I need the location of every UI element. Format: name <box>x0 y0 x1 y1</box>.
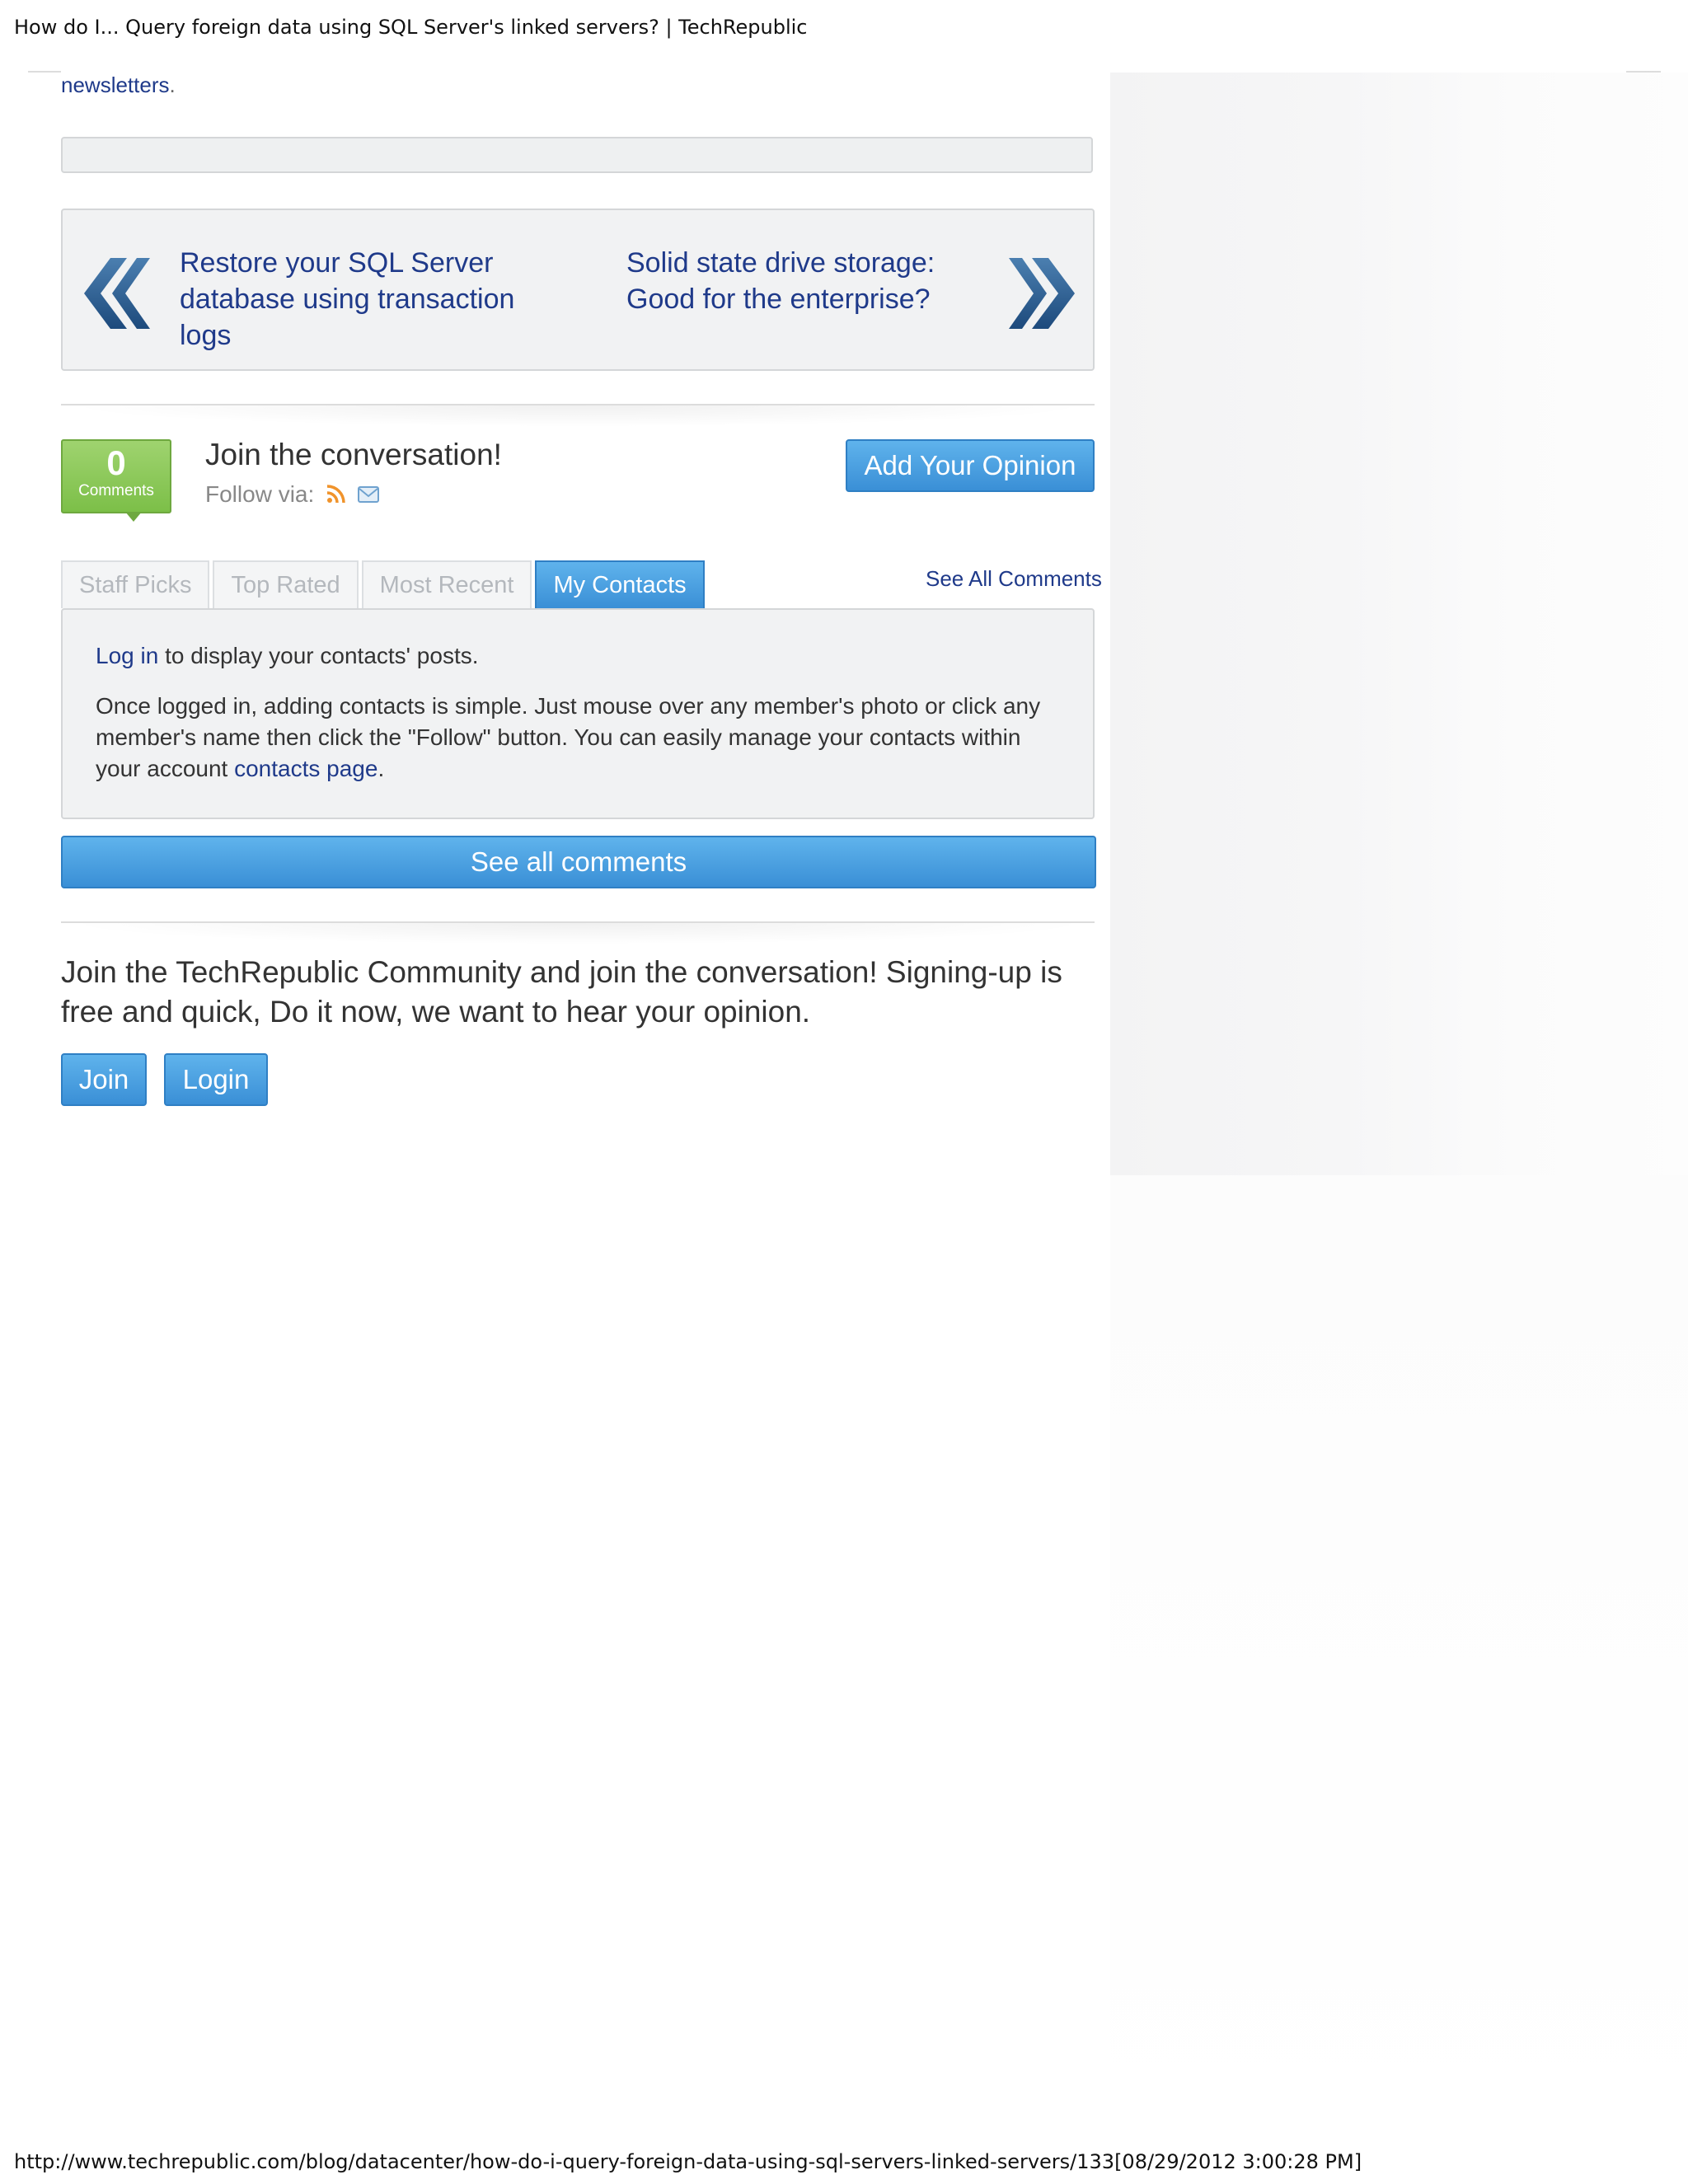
right-sidebar <box>1110 73 1688 1175</box>
newsletters-link[interactable]: newsletters <box>61 73 170 97</box>
newsletters-line: newsletters. <box>61 73 176 98</box>
right-sidebar-fade <box>1110 1175 1688 2148</box>
see-all-comments-button[interactable]: See all comments <box>61 836 1096 888</box>
see-all-comments-link[interactable]: See All Comments <box>926 566 1102 592</box>
tab-most-recent[interactable]: Most Recent <box>361 560 532 608</box>
next-post-link[interactable]: Solid state drive storage: Good for the … <box>626 245 973 317</box>
page-header-title: How do I... Query foreign data using SQL… <box>14 16 808 39</box>
follow-via-row: Follow via: <box>205 481 380 508</box>
email-icon[interactable] <box>357 483 380 506</box>
community-invite-text: Join the TechRepublic Community and join… <box>61 955 1062 1029</box>
join-button[interactable]: Join <box>61 1053 147 1106</box>
double-chevron-left-icon[interactable] <box>79 256 150 330</box>
post-navigation: Restore your SQL Server database using t… <box>61 209 1095 371</box>
login-prompt-text: to display your contacts' posts. <box>158 643 479 668</box>
log-in-link[interactable]: Log in <box>96 643 158 668</box>
login-button[interactable]: Login <box>164 1053 268 1106</box>
comment-tabs: Staff Picks Top Rated Most Recent My Con… <box>61 560 708 620</box>
section-divider <box>61 404 1095 427</box>
conversation-title: Join the conversation! <box>205 438 502 471</box>
tab-staff-picks[interactable]: Staff Picks <box>61 560 210 608</box>
newsletters-period: . <box>169 73 176 97</box>
contacts-page-link[interactable]: contacts page <box>234 756 377 781</box>
tab-my-contacts[interactable]: My Contacts <box>535 560 705 620</box>
comment-count: 0 <box>106 443 126 482</box>
comment-count-label: Comments <box>78 482 154 499</box>
page-footer-url: http://www.techrepublic.com/blog/datacen… <box>14 2150 1362 2173</box>
contacts-help-end: . <box>377 756 385 781</box>
tab-top-rated[interactable]: Top Rated <box>213 560 359 608</box>
rss-icon[interactable] <box>324 483 347 506</box>
badge-tail <box>125 512 142 522</box>
my-contacts-panel: Log in to display your contacts' posts. … <box>61 608 1095 819</box>
follow-via-label: Follow via: <box>205 481 315 507</box>
comment-count-badge: 0 Comments <box>61 439 171 513</box>
empty-panel <box>61 137 1093 173</box>
login-prompt: Log in to display your contacts' posts. <box>96 643 479 669</box>
top-rule-left <box>28 71 61 73</box>
contacts-help-text: Once logged in, adding contacts is simpl… <box>96 691 1052 785</box>
double-chevron-right-icon[interactable] <box>1009 256 1080 330</box>
add-your-opinion-button[interactable]: Add Your Opinion <box>846 439 1095 492</box>
section-divider-2 <box>61 921 1095 944</box>
previous-post-link[interactable]: Restore your SQL Server database using t… <box>180 245 526 354</box>
